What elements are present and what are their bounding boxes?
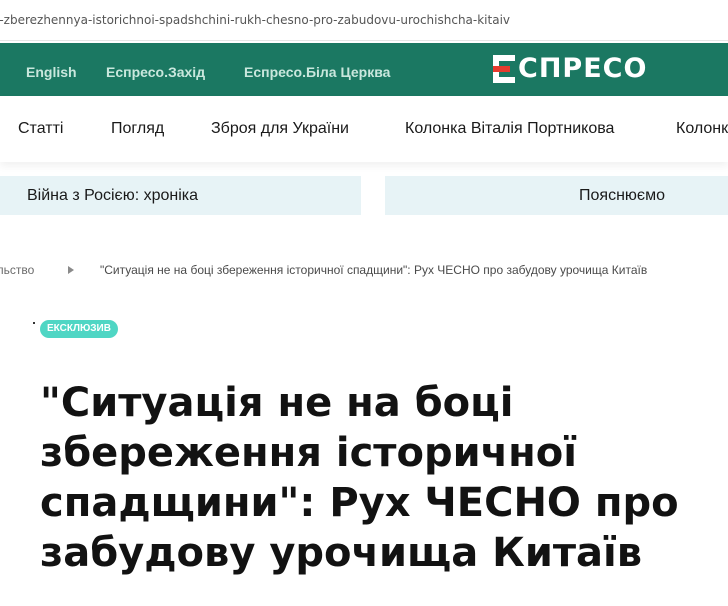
topnav-link-espreso-zakhid[interactable]: Еспресо.Захід [106,43,205,96]
breadcrumb-parent-link[interactable]: ільство [0,263,34,277]
category-link-statti[interactable]: Статті [18,96,63,162]
breadcrumb-current: "Ситуація не на боці збереження історичн… [100,263,648,277]
pill-war-chronicle-label: Війна з Росією: хроніка [27,187,199,204]
pill-explain-label: Пояснюємо [579,187,665,204]
pill-war-chronicle[interactable]: Війна з Росією: хроніка [0,176,361,215]
logo-e-mark-icon [493,55,515,83]
exclusive-badge: ЕКСКЛЮЗИВ [40,320,118,338]
breadcrumb-arrow-icon [68,266,74,274]
top-navigation: English Еспресо.Захід Еспресо.Біла Церкв… [0,43,728,96]
category-navigation: Статті Погляд Зброя для України Колонка … [0,96,728,162]
topnav-link-english[interactable]: English [26,43,77,96]
decorative-dot [33,322,35,324]
category-link-pohliad[interactable]: Погляд [111,96,164,162]
article-title: "Ситуація не на боці збереження історичн… [40,380,679,576]
category-link-kolonka[interactable]: Колонк [676,96,728,162]
url-text: i-zberezhennya-istorichnoi-spadshchini-r… [0,13,511,27]
category-link-portnykov[interactable]: Колонка Віталія Портникова [405,96,614,162]
pill-explain[interactable]: Пояснюємо [385,176,728,215]
logo-text: СПРЕСО [518,53,648,84]
site-logo[interactable]: СПРЕСО [493,51,647,87]
topnav-link-espreso-bila-tserkva[interactable]: Еспресо.Біла Церква [244,43,390,96]
category-link-zbroia[interactable]: Зброя для України [211,96,349,162]
address-bar[interactable]: i-zberezhennya-istorichnoi-spadshchini-r… [0,0,728,41]
breadcrumb: ільство "Ситуація не на боці збереження … [0,263,728,279]
